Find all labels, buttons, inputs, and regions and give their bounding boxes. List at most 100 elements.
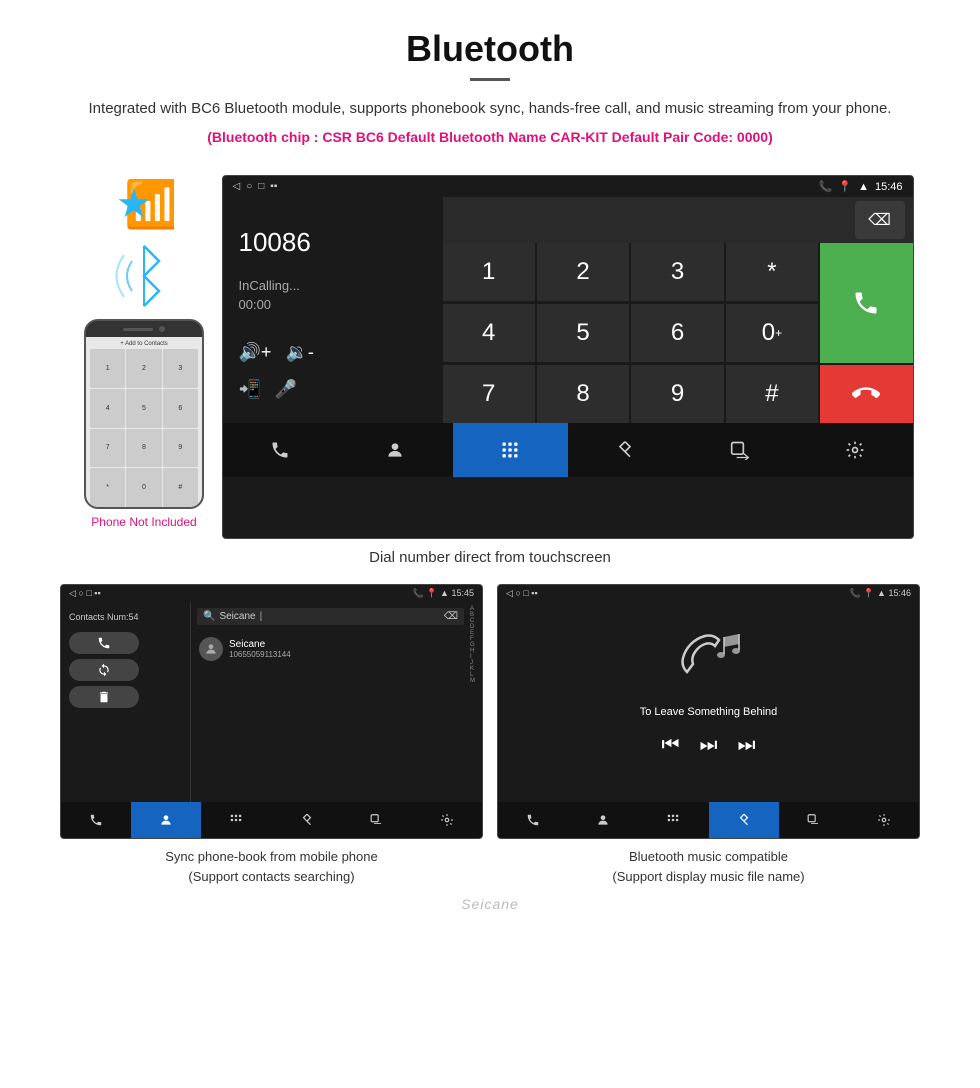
key-3[interactable]: 3 [631, 243, 723, 301]
contacts-bottom-nav [61, 802, 482, 838]
nav-bluetooth[interactable] [568, 423, 683, 477]
prev-track-button[interactable]: ⏮ [662, 734, 680, 757]
nav-keypad[interactable] [453, 423, 568, 477]
contact-list-item[interactable]: Seicane 10655059113144 [197, 633, 464, 665]
vol-up-icon[interactable]: 🔊+ [239, 342, 272, 363]
contacts-search-bar[interactable]: 🔍 Seicane | ⌫ [197, 608, 464, 625]
header-divider [470, 78, 510, 81]
small-nav-settings[interactable] [412, 802, 482, 838]
music-bottom-nav [498, 802, 919, 838]
dialed-number: 10086 [239, 227, 311, 258]
call-timer: 00:00 [239, 297, 272, 312]
music-screen-wrap: ◁ ○ □ ▪▪ 📞 📍 ▲ 15:46 [497, 584, 920, 886]
alpha-list: ABCDE FGHIJ KLM [470, 602, 482, 802]
home-icon: ○ [246, 181, 252, 192]
phone-not-included-label: Phone Not Included [91, 515, 196, 529]
statusbar-right-icons: 📞 📍 ▲ 15:46 [819, 180, 903, 193]
small-nav-contacts[interactable] [131, 802, 201, 838]
svg-text:★: ★ [116, 181, 152, 226]
call-reject-button[interactable] [820, 365, 912, 423]
nav-settings[interactable] [798, 423, 913, 477]
page-title: Bluetooth [20, 28, 960, 70]
main-screen-caption: Dial number direct from touchscreen [0, 549, 980, 566]
key-2[interactable]: 2 [537, 243, 629, 301]
recents-icon: □ [258, 181, 264, 192]
bluetooth-icon: 📶 ★ [114, 175, 174, 235]
dial-body: 10086 InCalling... 00:00 🔊+ 🔉- 📲 🎤 ⌫ [223, 197, 913, 423]
key-1[interactable]: 1 [443, 243, 535, 301]
backspace-button[interactable]: ⌫ [855, 201, 905, 239]
contact-avatar [199, 637, 223, 661]
dial-statusbar: ◁ ○ □ ▪▪ 📞 📍 ▲ 15:46 [223, 176, 913, 197]
small-nav-bluetooth[interactable] [272, 802, 342, 838]
next-section-button[interactable]: ⏭ [700, 734, 718, 757]
next-track-button[interactable]: ⏭ [738, 734, 756, 757]
key-7[interactable]: 7 [443, 365, 535, 423]
contact-info: Seicane 10655059113144 [229, 639, 291, 659]
key-4[interactable]: 4 [443, 304, 535, 362]
call-accept-button[interactable] [820, 243, 912, 363]
header-specs: (Bluetooth chip : CSR BC6 Default Blueto… [20, 129, 960, 145]
music-song-title: To Leave Something Behind [640, 706, 778, 718]
small-nav-transfer[interactable] [342, 802, 412, 838]
music-caption: Bluetooth music compatible (Support disp… [612, 847, 804, 886]
contacts-screen-wrap: ◁ ○ □ ▪▪ 📞 📍 ▲ 15:45 Contacts Num:54 [60, 584, 483, 886]
contacts-count: Contacts Num:54 [69, 612, 182, 622]
music-nav-transfer[interactable] [779, 802, 849, 838]
key-hash[interactable]: # [726, 365, 818, 423]
nav-contacts[interactable] [338, 423, 453, 477]
call-extra-controls: 📲 🎤 [239, 379, 298, 400]
dial-left-panel: 10086 InCalling... 00:00 🔊+ 🔉- 📲 🎤 [223, 197, 443, 423]
mic-icon[interactable]: 🎤 [275, 379, 297, 400]
dial-android-screen: ◁ ○ □ ▪▪ 📞 📍 ▲ 15:46 10086 InCalling... … [222, 175, 914, 539]
sync-action-button[interactable] [69, 659, 139, 681]
key-star[interactable]: * [726, 243, 818, 301]
watermark: Seicane [0, 896, 980, 914]
volume-controls: 🔊+ 🔉- [239, 342, 314, 363]
small-nav-keypad[interactable] [201, 802, 271, 838]
phone-mockup: + Add to Contacts 123 456 789 *0# 📞 📞 [84, 319, 204, 509]
music-nav-contacts[interactable] [568, 802, 638, 838]
music-nav-bluetooth[interactable] [709, 802, 779, 838]
music-body: To Leave Something Behind ⏮ ⏭ ⏭ [498, 602, 919, 802]
key-5[interactable]: 5 [537, 304, 629, 362]
music-android-screen: ◁ ○ □ ▪▪ 📞 📍 ▲ 15:46 [497, 584, 920, 839]
contacts-statusbar-left: ◁ ○ □ ▪▪ [69, 588, 101, 599]
small-nav-phone[interactable] [61, 802, 131, 838]
keyboard-back-icon: ⌫ [444, 611, 458, 622]
notification-icons: ▪▪ [270, 181, 277, 192]
contacts-left-panel: Contacts Num:54 [61, 602, 191, 802]
statusbar-left-icons: ◁ ○ □ ▪▪ [233, 181, 278, 192]
contacts-android-screen: ◁ ○ □ ▪▪ 📞 📍 ▲ 15:45 Contacts Num:54 [60, 584, 483, 839]
key-8[interactable]: 8 [537, 365, 629, 423]
transfer-icon[interactable]: 📲 [239, 379, 261, 400]
keypad-area: ⌫ 1 2 3 * 4 5 6 0+ 7 [443, 197, 913, 423]
contacts-body: Contacts Num:54 🔍 Seicane | [61, 602, 482, 802]
music-nav-keypad[interactable] [638, 802, 708, 838]
contacts-statusbar-right: 📞 📍 ▲ 15:45 [413, 588, 474, 599]
music-playback-controls: ⏮ ⏭ ⏭ [662, 734, 756, 757]
music-nav-phone[interactable] [498, 802, 568, 838]
nav-phone[interactable] [223, 423, 338, 477]
call-status: InCalling... [239, 278, 300, 293]
key-6[interactable]: 6 [631, 304, 723, 362]
vol-down-icon[interactable]: 🔉- [285, 342, 313, 363]
main-screen-area: 📶 ★ + Add to Contac [0, 175, 980, 539]
header-description: Integrated with BC6 Bluetooth module, su… [20, 97, 960, 121]
key-0plus[interactable]: 0+ [726, 304, 818, 362]
contacts-statusbar: ◁ ○ □ ▪▪ 📞 📍 ▲ 15:45 [61, 585, 482, 602]
phone-thumbnail: 📶 ★ + Add to Contac [67, 175, 222, 539]
key-9[interactable]: 9 [631, 365, 723, 423]
delete-action-button[interactable] [69, 686, 139, 708]
back-icon: ◁ [233, 181, 241, 192]
nav-transfer[interactable] [683, 423, 798, 477]
location-icon: 📍 [838, 180, 852, 193]
music-nav-settings[interactable] [849, 802, 919, 838]
music-icon-wrap [669, 622, 749, 692]
wifi-icon: ▲ [858, 181, 869, 193]
call-action-button[interactable] [69, 632, 139, 654]
keypad-grid: 1 2 3 * 4 5 6 0+ 7 8 9 # [443, 243, 913, 423]
keypad-input-row: ⌫ [443, 197, 913, 243]
dial-bottom-nav [223, 423, 913, 477]
contacts-caption: Sync phone-book from mobile phone (Suppo… [165, 847, 377, 886]
